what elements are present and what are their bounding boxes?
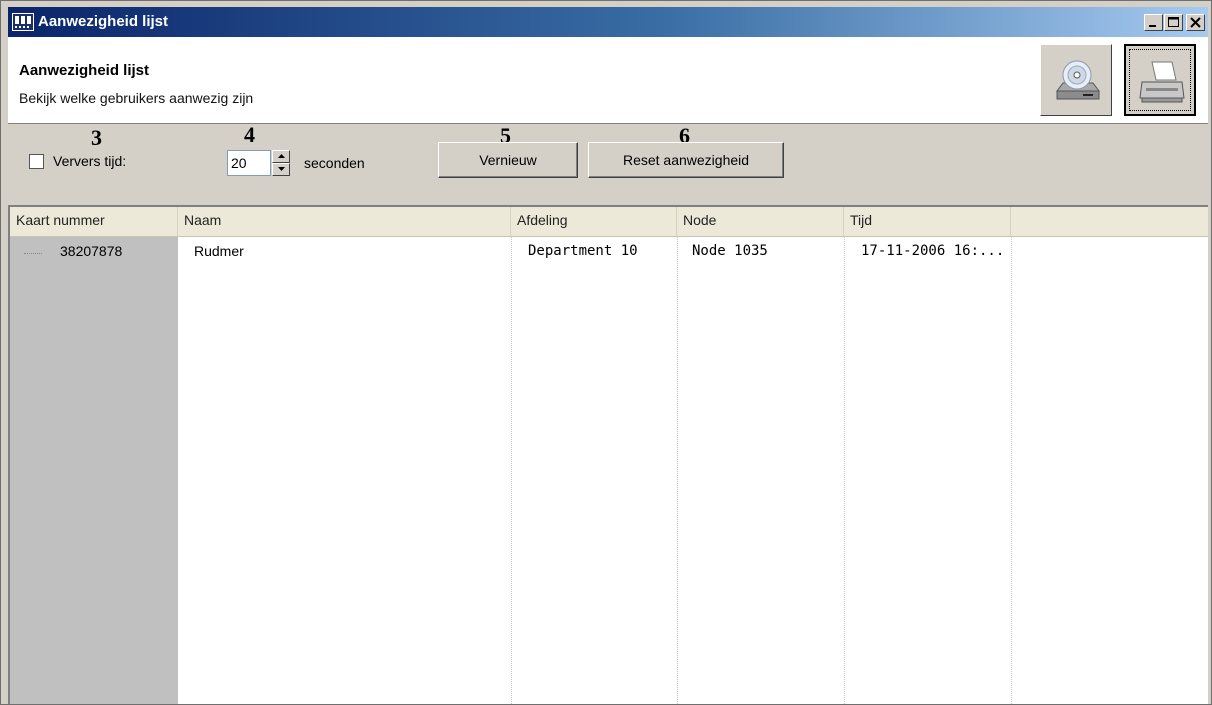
spin-down-button[interactable] bbox=[272, 163, 290, 176]
table-row[interactable]: 38207878 Rudmer Department 10 Node 1035 … bbox=[10, 243, 1110, 267]
spin-up-button[interactable] bbox=[272, 150, 290, 163]
title-bar[interactable]: Aanwezigheid lijst bbox=[8, 7, 1208, 37]
refresh-interval-input[interactable] bbox=[227, 150, 271, 176]
arrow-down-icon bbox=[278, 167, 285, 171]
reset-attendance-button[interactable]: Reset aanwezigheid bbox=[588, 142, 784, 178]
print-button[interactable] bbox=[1124, 44, 1196, 116]
cell-node: Node 1035 bbox=[692, 243, 768, 259]
card-number-column-bg bbox=[10, 237, 178, 704]
tree-connector bbox=[24, 253, 42, 254]
column-divider bbox=[844, 237, 845, 704]
attendance-list[interactable]: Kaart nummer Naam Afdeling Node Tijd 382… bbox=[8, 205, 1208, 704]
column-header-department[interactable]: Afdeling bbox=[511, 207, 677, 236]
cell-name: Rudmer bbox=[194, 243, 244, 259]
window-title: Aanwezigheid lijst bbox=[38, 13, 169, 30]
cell-card-number: 38207878 bbox=[60, 243, 123, 259]
refresh-time-checkbox[interactable] bbox=[29, 154, 44, 169]
export-button[interactable] bbox=[1040, 44, 1112, 116]
printer-icon bbox=[1139, 61, 1185, 103]
refresh-time-label: Ververs tijd: bbox=[53, 153, 127, 169]
attendance-window: Aanwezigheid lijst Aanwezigheid lijst Be… bbox=[0, 0, 1212, 705]
cell-department: Department 10 bbox=[528, 243, 638, 259]
toolbar: 3 4 5 6 Ververs tijd: seconden Vernieuw … bbox=[8, 124, 1208, 204]
column-header-card-number[interactable]: Kaart nummer bbox=[10, 207, 178, 236]
header-panel: Aanwezigheid lijst Bekijk welke gebruike… bbox=[8, 37, 1208, 124]
close-icon bbox=[1190, 17, 1201, 28]
column-divider bbox=[677, 237, 678, 704]
column-divider bbox=[1011, 237, 1012, 704]
disk-drive-icon bbox=[1056, 60, 1100, 100]
arrow-up-icon bbox=[278, 154, 285, 158]
column-header-name[interactable]: Naam bbox=[178, 207, 511, 236]
page-title: Aanwezigheid lijst bbox=[19, 62, 150, 79]
column-header-time[interactable]: Tijd bbox=[844, 207, 1011, 236]
marker-4: 4 bbox=[244, 122, 255, 147]
refresh-interval-spinner[interactable] bbox=[272, 150, 290, 176]
refresh-button[interactable]: Vernieuw bbox=[438, 142, 578, 178]
column-divider bbox=[511, 237, 512, 704]
page-subtitle: Bekijk welke gebruikers aanwezig zijn bbox=[19, 90, 254, 106]
minimize-icon bbox=[1149, 25, 1156, 27]
maximize-icon bbox=[1168, 17, 1179, 27]
maximize-button[interactable] bbox=[1164, 14, 1183, 31]
column-header-node[interactable]: Node bbox=[677, 207, 844, 236]
interval-unit-label: seconden bbox=[304, 155, 365, 171]
marker-3: 3 bbox=[91, 125, 102, 150]
close-button[interactable] bbox=[1186, 14, 1205, 31]
list-header: Kaart nummer Naam Afdeling Node Tijd bbox=[10, 207, 1208, 237]
cell-time: 17-11-2006 16:... bbox=[861, 243, 1005, 259]
minimize-button[interactable] bbox=[1144, 14, 1163, 31]
app-icon bbox=[12, 13, 34, 34]
